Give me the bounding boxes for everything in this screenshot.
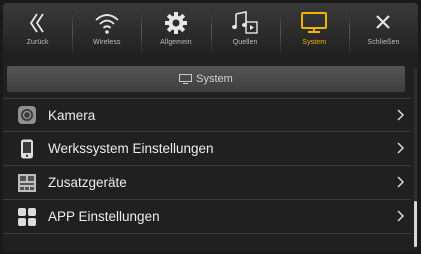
chevron-right-icon [397,109,405,121]
top-toolbar: Zurück Wireless Allgemein Quellen System… [3,3,418,59]
general-label: Allgemein [160,39,192,46]
chevron-right-icon [397,176,405,188]
chevron-right-icon [397,142,405,154]
list-item-factory-settings[interactable]: Werkssystem Einstellungen [3,132,411,166]
list-item-app-settings[interactable]: APP Einstellungen [3,200,411,234]
list-item-label: Zusatzgeräte [48,175,127,190]
close-button[interactable]: Schließen [348,3,418,59]
list-item-label: Kamera [48,107,96,123]
phone-icon [17,139,37,159]
sources-button[interactable]: Quellen [210,3,280,59]
list-item-accessories[interactable]: Zusatzgeräte [3,166,411,200]
system-label: System [302,39,327,46]
back-label: Zurück [26,39,49,46]
wireless-label: Wireless [92,39,121,46]
system-button[interactable]: System [279,3,349,59]
apps-grid-icon [17,207,37,227]
list-item-camera[interactable]: Kamera [3,98,411,132]
scrollbar-thumb[interactable] [414,201,417,247]
sources-label: Quellen [232,39,258,46]
list-item-label: Werkssystem Einstellungen [48,141,214,156]
settings-screen: Zurück Wireless Allgemein Quellen System… [3,3,418,251]
section-header: System [7,66,405,92]
music-source-icon [232,11,258,34]
settings-list: Kamera Werkssystem Einstellungen Zusatzg… [3,98,411,234]
close-label: Schließen [367,39,400,46]
back-chevron-icon [29,13,44,33]
device-icon [17,173,37,193]
gear-icon [164,12,187,34]
camera-icon [17,105,37,125]
wifi-icon [95,14,119,34]
general-button[interactable]: Allgemein [141,3,210,59]
section-title: System [196,73,233,85]
monitor-icon [179,74,193,84]
chevron-right-icon [397,210,405,222]
close-icon [376,15,391,29]
list-item-label: APP Einstellungen [48,209,160,224]
wireless-button[interactable]: Wireless [72,3,141,59]
back-button[interactable]: Zurück [3,3,72,59]
monitor-icon [301,12,328,33]
